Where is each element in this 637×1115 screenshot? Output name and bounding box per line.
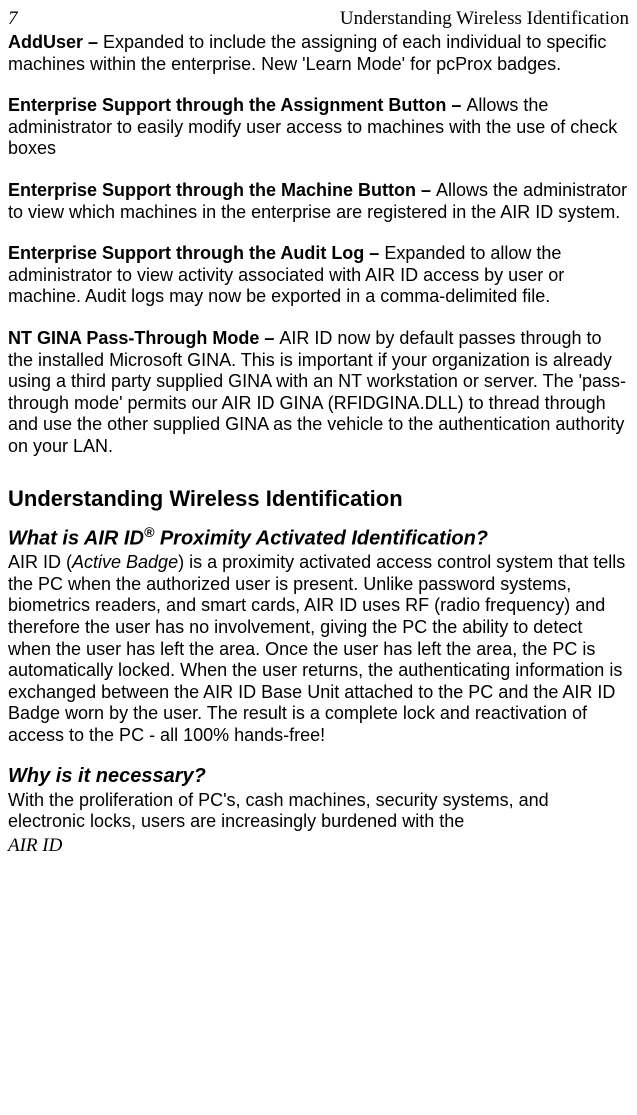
page-footer: AIR ID <box>8 835 629 857</box>
feature-audit: Enterprise Support through the Audit Log… <box>8 243 629 308</box>
body-what-post: ) is a proximity activated access contro… <box>8 552 625 745</box>
body-what: AIR ID (Active Badge) is a proximity act… <box>8 552 629 746</box>
feature-audit-label: Enterprise Support through the Audit Log… <box>8 243 384 263</box>
subheading-why: Why is it necessary? <box>8 765 629 788</box>
page-header: 7 Understanding Wireless Identification <box>8 8 629 30</box>
feature-machine-label: Enterprise Support through the Machine B… <box>8 180 436 200</box>
feature-machine: Enterprise Support through the Machine B… <box>8 180 629 223</box>
feature-adduser: AddUser – Expanded to include the assign… <box>8 32 629 75</box>
header-title: Understanding Wireless Identification <box>340 8 629 30</box>
page-number: 7 <box>8 8 18 30</box>
body-what-pre: AIR ID ( <box>8 552 72 572</box>
section-heading: Understanding Wireless Identification <box>8 486 629 512</box>
registered-icon: ® <box>144 524 154 540</box>
subheading-what-post: Proximity Activated Identification? <box>154 527 488 549</box>
feature-assignment-label: Enterprise Support through the Assignmen… <box>8 95 466 115</box>
body-what-italic: Active Badge <box>72 552 178 572</box>
body-why: With the proliferation of PC's, cash mac… <box>8 790 629 833</box>
page-container: 7 Understanding Wireless Identification … <box>0 0 637 865</box>
feature-adduser-label: AddUser – <box>8 32 103 52</box>
subheading-what: What is AIR ID® Proximity Activated Iden… <box>8 524 629 551</box>
subheading-what-pre: What is AIR ID <box>8 527 144 549</box>
feature-gina: NT GINA Pass-Through Mode – AIR ID now b… <box>8 328 629 458</box>
feature-gina-label: NT GINA Pass-Through Mode – <box>8 328 279 348</box>
feature-assignment: Enterprise Support through the Assignmen… <box>8 95 629 160</box>
